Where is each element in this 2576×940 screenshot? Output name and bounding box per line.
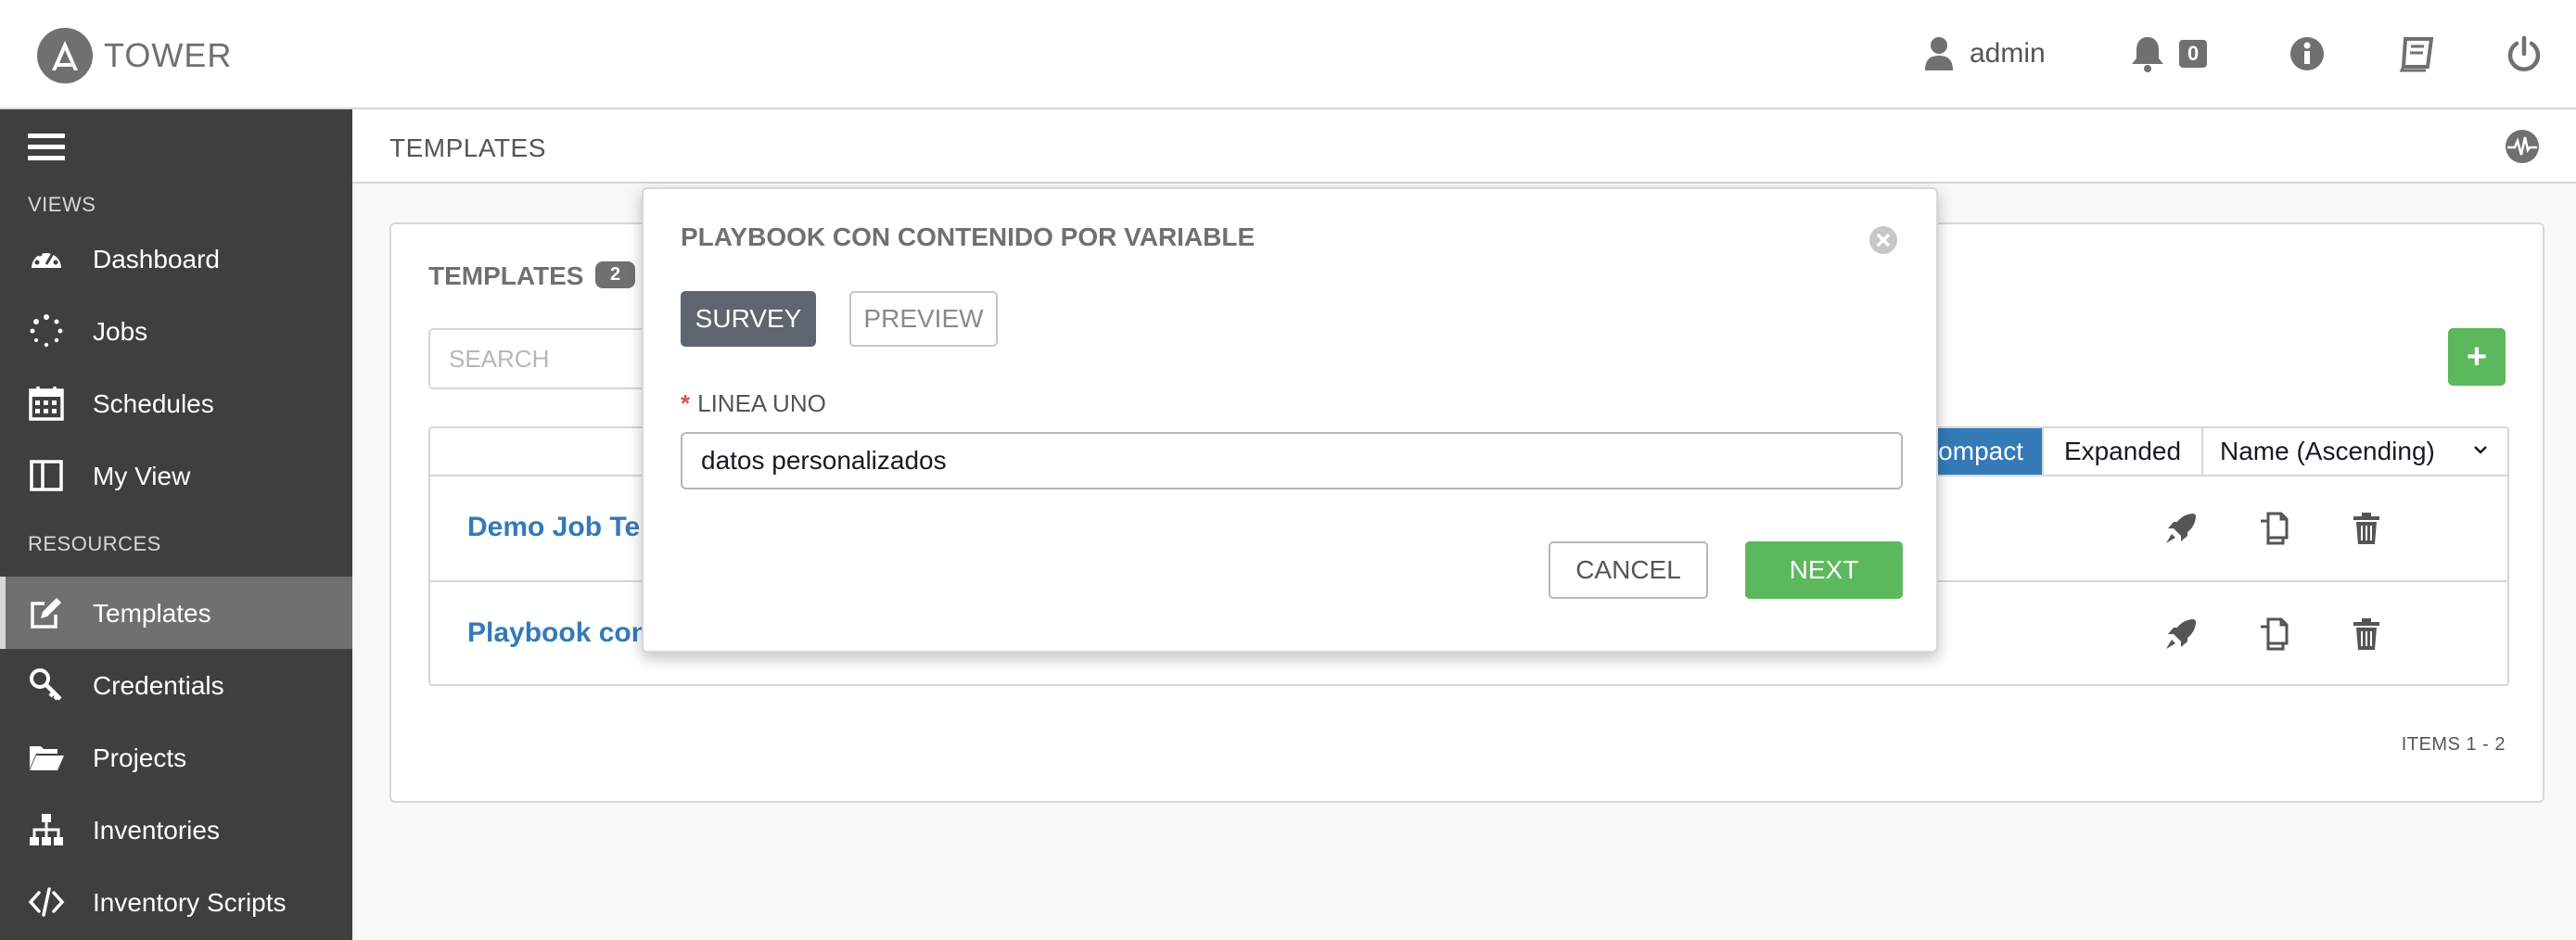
sidebar-item-label: Templates xyxy=(93,599,211,628)
sidebar-item-jobs[interactable]: Jobs xyxy=(0,295,352,367)
cancel-button[interactable]: CANCEL xyxy=(1549,541,1708,599)
search-placeholder: SEARCH xyxy=(449,344,550,373)
sidebar-item-schedules[interactable]: Schedules xyxy=(0,367,352,439)
key-icon xyxy=(30,668,62,701)
rocket-icon[interactable] xyxy=(2162,510,2200,547)
sidebar-item-inventories[interactable]: Inventories xyxy=(0,794,352,866)
copy-icon[interactable] xyxy=(2255,616,2292,653)
expanded-view-toggle[interactable]: Expanded xyxy=(2042,428,2203,475)
dashboard-icon xyxy=(32,248,61,268)
panel-title: TEMPLATES xyxy=(428,261,584,290)
code-icon xyxy=(28,887,65,917)
menu-toggle-icon[interactable] xyxy=(28,133,65,171)
my-view-icon xyxy=(30,460,63,491)
breadcrumb-current: TEMPLATES xyxy=(389,133,546,162)
logout-button[interactable] xyxy=(2506,28,2543,80)
sitemap-icon xyxy=(30,814,63,845)
sidebar-item-credentials[interactable]: Credentials xyxy=(0,649,352,721)
trash-icon[interactable] xyxy=(2348,616,2385,653)
tab-preview[interactable]: PREVIEW xyxy=(849,291,998,347)
notifications-button[interactable]: 0 xyxy=(2129,28,2208,80)
logo-text: TOWER xyxy=(104,36,233,74)
next-button[interactable]: NEXT xyxy=(1745,541,1903,599)
sort-label: Name (Ascending) xyxy=(2220,437,2435,465)
sidebar-item-label: My View xyxy=(93,462,191,490)
book-icon xyxy=(2399,37,2434,72)
folder-icon xyxy=(30,746,64,770)
sort-select[interactable]: Name (Ascending) xyxy=(2203,428,2507,475)
survey-modal: PLAYBOOK CON CONTENIDO POR VARIABLE SURV… xyxy=(642,187,1938,653)
brand-logo[interactable]: TOWER xyxy=(37,28,232,83)
documentation-button[interactable] xyxy=(2398,28,2435,80)
field-label-text: LINEA UNO xyxy=(697,389,826,417)
sidebar-item-projects[interactable]: Projects xyxy=(0,721,352,794)
close-icon[interactable] xyxy=(1868,224,1899,256)
field-label: * LINEA UNO xyxy=(681,389,826,418)
sidebar-item-label: Credentials xyxy=(93,671,224,700)
sidebar-item-dashboard[interactable]: Dashboard xyxy=(0,222,352,295)
sidebar-item-my-view[interactable]: My View xyxy=(0,439,352,512)
sidebar-item-inventory-scripts[interactable]: Inventory Scripts xyxy=(0,866,352,938)
template-count-badge: 2 xyxy=(595,261,636,288)
trash-icon[interactable] xyxy=(2348,510,2385,547)
sidebar-item-label: Dashboard xyxy=(93,245,220,273)
sidebar-item-label: Inventory Scripts xyxy=(93,888,287,917)
user-icon xyxy=(1925,37,1953,70)
user-menu[interactable]: admin xyxy=(1923,28,2046,80)
add-template-button[interactable]: + xyxy=(2448,328,2506,386)
modal-title: PLAYBOOK CON CONTENIDO POR VARIABLE xyxy=(681,222,1256,251)
ansible-logo-icon xyxy=(37,28,93,83)
chevron-down-icon xyxy=(2474,446,2487,454)
power-icon xyxy=(2507,35,2541,71)
info-icon xyxy=(2290,37,2324,70)
input-value: datos personalizados xyxy=(701,446,947,475)
calendar-icon xyxy=(29,387,64,421)
rocket-icon[interactable] xyxy=(2162,616,2200,653)
resources-section-label: RESOURCES xyxy=(28,532,161,555)
tab-survey[interactable]: SURVEY xyxy=(681,291,816,347)
items-count: ITEMS 1 - 2 xyxy=(2401,734,2506,755)
about-button[interactable] xyxy=(2289,28,2326,80)
sidebar: VIEWS Dashboard Jobs Schedules My View R… xyxy=(0,109,352,940)
top-header: TOWER admin 0 xyxy=(0,0,2576,109)
jobs-icon xyxy=(30,314,63,348)
sidebar-item-templates[interactable]: Templates xyxy=(0,577,352,649)
sidebar-item-label: Jobs xyxy=(93,317,148,346)
breadcrumb: TEMPLATES xyxy=(352,109,2576,184)
sidebar-item-label: Schedules xyxy=(93,389,214,418)
sidebar-item-label: Inventories xyxy=(93,816,220,845)
required-mark: * xyxy=(681,389,691,417)
notification-count-badge: 0 xyxy=(2179,40,2208,68)
views-section-label: VIEWS xyxy=(28,193,96,216)
username: admin xyxy=(1970,38,2046,69)
sidebar-item-label: Projects xyxy=(93,743,187,772)
linea-uno-input[interactable]: datos personalizados xyxy=(681,432,1903,489)
edit-icon xyxy=(31,598,61,629)
bell-icon xyxy=(2132,37,2163,72)
copy-icon[interactable] xyxy=(2255,510,2292,547)
activity-stream-icon[interactable] xyxy=(2504,128,2541,165)
